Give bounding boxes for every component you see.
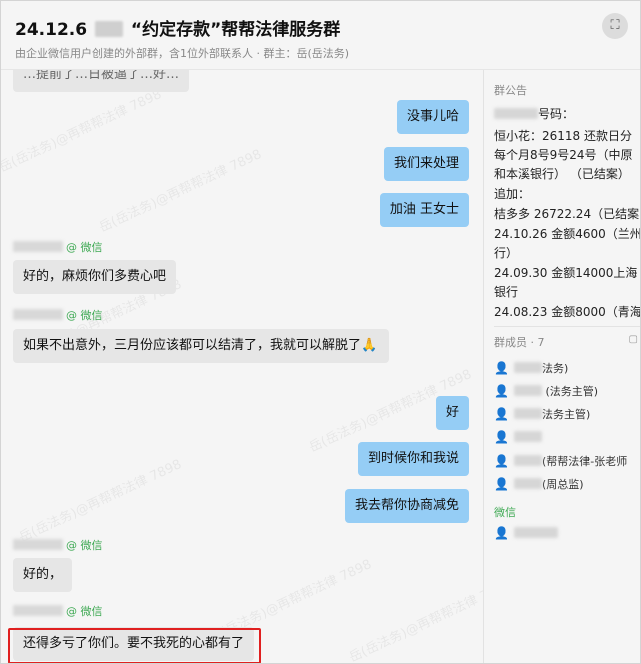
- message-bubble[interactable]: 没事儿哈: [396, 100, 469, 134]
- redacted-name: [514, 408, 542, 419]
- member-item[interactable]: 👤 法务主管): [494, 406, 590, 422]
- message-list[interactable]: 岳(岳法务)@再帮帮法律 7898 岳(岳法务)@再帮帮法律 7898 岳(岳法…: [1, 70, 483, 663]
- member-name: 法务): [542, 362, 569, 375]
- message-bubble[interactable]: 好的，: [13, 558, 73, 592]
- screenshot-icon[interactable]: ⛶: [602, 13, 628, 39]
- message-bubble[interactable]: 到时候你和我说: [357, 442, 469, 476]
- sender-line: @ 微信: [13, 239, 103, 255]
- notice-line: 桔多多 26722.24（已结案: [494, 207, 640, 221]
- chat-window: 24.12.6 “约定存款”帮帮法律服务群 由企业微信用户创建的外部群，含1位外…: [0, 0, 641, 664]
- message-bubble[interactable]: 如果不出意外，三月份应该都可以结清了，我就可以解脱了🙏: [13, 329, 389, 363]
- sender-line: @ 微信: [13, 537, 103, 553]
- watermark: 岳(岳法务)@再帮帮法律 7898: [96, 147, 265, 236]
- chevron-right-icon[interactable]: ▢: [629, 334, 638, 345]
- member-item[interactable]: 👤: [494, 430, 542, 444]
- member-name: (法务主管): [545, 385, 599, 398]
- wechat-tag: @ 微信: [66, 309, 103, 322]
- divider: [494, 326, 640, 327]
- message-bubble[interactable]: 好的，麻烦你们多费心吧: [13, 260, 177, 294]
- redacted-name: [514, 455, 542, 466]
- notice-line: 24.08.23 金额8000（青海: [494, 305, 640, 319]
- group-info-panel: 群公告 号码： 恒小花：26118 还款日分 每个月8号9号24号（中原 和本溪…: [484, 70, 640, 663]
- redacted-name: [13, 309, 63, 320]
- redacted-name: [514, 527, 558, 538]
- notice-line: 恒小花：26118 还款日分: [494, 129, 632, 143]
- message-bubble[interactable]: …提前了…日被逼了…好…: [13, 70, 190, 92]
- notice-label: 群公告: [494, 84, 527, 97]
- watermark: 岳(岳法务)@再帮帮法律 7898: [346, 577, 483, 663]
- person-blue-icon: 👤: [494, 454, 509, 468]
- redacted-name: [514, 362, 542, 373]
- redacted-name: [514, 431, 542, 442]
- person-blue-icon: 👤: [494, 526, 509, 540]
- member-item[interactable]: 👤: [494, 526, 558, 540]
- wechat-section-label: 微信: [494, 506, 516, 519]
- member-name: (帮帮法律-张老师: [542, 455, 628, 468]
- message-bubble[interactable]: 我们来处理: [383, 147, 469, 181]
- notice-line: 24.10.26 金额4600（兰州: [494, 227, 640, 241]
- watermark: 岳(岳法务)@再帮帮法律 7898: [1, 87, 165, 176]
- member-item[interactable]: 👤 (法务主管): [494, 383, 598, 399]
- redacted-text: [494, 108, 538, 119]
- person-blue-icon: 👤: [494, 384, 509, 398]
- notice-line: 24.09.30 金额14000上海: [494, 266, 638, 280]
- group-subtitle: 由企业微信用户创建的外部群，含1位外部联系人 · 群主：岳(岳法务): [15, 47, 350, 60]
- notice-line: 银行: [494, 285, 519, 299]
- sender-line: @ 微信: [13, 307, 103, 323]
- group-title: 24.12.6 “约定存款”帮帮法律服务群: [15, 15, 340, 40]
- person-blue-icon: 👤: [494, 361, 509, 375]
- highlight-box: [8, 628, 261, 663]
- member-item[interactable]: 👤 (周总监): [494, 476, 584, 492]
- redacted-name: [514, 478, 542, 489]
- message-bubble[interactable]: 我去帮你协商减免: [344, 489, 469, 523]
- notice-text: 号码：: [538, 107, 575, 121]
- watermark: 岳(岳法务)@再帮帮法律 7898: [16, 457, 185, 546]
- redacted-name: [13, 539, 63, 550]
- person-blue-icon: 👤: [494, 477, 509, 491]
- sender-line: @ 微信: [13, 603, 103, 619]
- member-item[interactable]: 👤 法务): [494, 360, 568, 376]
- redacted-name: [13, 605, 63, 616]
- notice-line: 每个月8号9号24号（中原: [494, 148, 633, 162]
- message-bubble[interactable]: 加油 王女士: [379, 193, 469, 227]
- redacted-name: [514, 385, 542, 396]
- member-name: (周总监): [542, 478, 584, 491]
- redacted-name: [13, 241, 63, 252]
- notice-line: 追加：: [494, 187, 531, 201]
- group-title-prefix: 24.12.6: [15, 20, 88, 40]
- chat-header: 24.12.6 “约定存款”帮帮法律服务群 由企业微信用户创建的外部群，含1位外…: [1, 1, 640, 70]
- wechat-tag: @ 微信: [66, 605, 103, 618]
- person-orange-icon: 👤: [494, 407, 509, 421]
- group-title-suffix: “约定存款”帮帮法律服务群: [130, 20, 341, 40]
- notice-line: 行）: [494, 246, 519, 260]
- wechat-tag: @ 微信: [66, 241, 103, 254]
- members-label[interactable]: 群成员 · 7: [494, 334, 545, 350]
- redacted-text: [94, 21, 123, 37]
- member-name: 法务主管): [542, 408, 591, 421]
- wechat-tag: @ 微信: [66, 539, 103, 552]
- notice-line: 和本溪银行） （已结案）: [494, 167, 630, 181]
- message-bubble[interactable]: 好: [435, 396, 469, 430]
- member-item[interactable]: 👤 (帮帮法律-张老师: [494, 453, 627, 469]
- notice-line: 号码：: [494, 106, 574, 122]
- person-orange-icon: 👤: [494, 430, 509, 444]
